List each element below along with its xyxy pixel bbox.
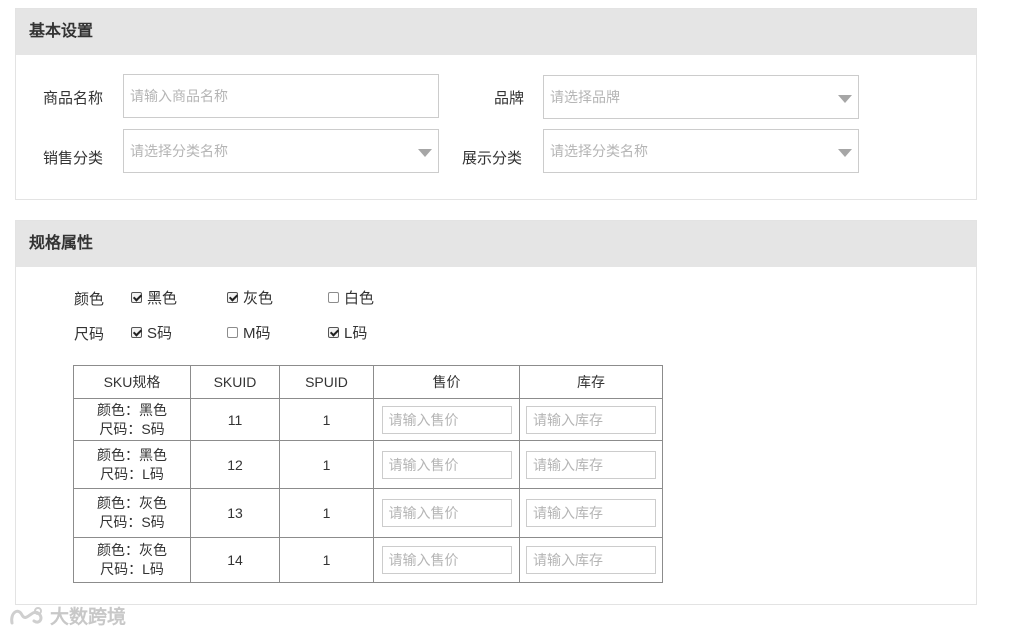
color-label: 颜色 bbox=[74, 291, 105, 308]
checkbox-unchecked-icon[interactable] bbox=[227, 326, 238, 338]
checkbox-checked-icon[interactable] bbox=[328, 326, 339, 338]
spuid-cell: 1 bbox=[279, 488, 374, 538]
price-cell bbox=[373, 488, 520, 538]
color-option-label: 白色 bbox=[344, 289, 375, 307]
spec-attributes-title: 规格属性 bbox=[16, 221, 976, 267]
color-options-row: 颜色 黑色 灰色 白色 bbox=[16, 286, 976, 309]
stock-cell bbox=[519, 440, 663, 489]
brand-select[interactable]: 请选择品牌 bbox=[543, 75, 859, 119]
price-input[interactable] bbox=[381, 405, 512, 434]
skuid-cell: 14 bbox=[190, 537, 280, 583]
chevron-down-icon bbox=[418, 149, 432, 157]
chevron-down-icon bbox=[838, 95, 852, 103]
stock-input[interactable] bbox=[526, 405, 656, 434]
sku-size-text: 尺码：S码 bbox=[99, 514, 165, 530]
size-option-label: M码 bbox=[243, 324, 271, 342]
display-category-select[interactable]: 请选择分类名称 bbox=[543, 129, 859, 173]
header-skuid: SKUID bbox=[190, 365, 280, 399]
color-option-white[interactable]: 白色 bbox=[328, 286, 374, 308]
brand-label: 品牌 bbox=[494, 90, 525, 107]
size-option-label: S码 bbox=[147, 324, 173, 342]
sales-category-select[interactable]: 请选择分类名称 bbox=[123, 129, 439, 173]
product-name-input[interactable] bbox=[124, 75, 438, 117]
header-price: 售价 bbox=[373, 365, 520, 399]
header-sku-spec: SKU规格 bbox=[73, 365, 191, 399]
price-input[interactable] bbox=[381, 499, 512, 527]
size-option-label: L码 bbox=[344, 324, 368, 342]
sku-table: SKU规格 SKUID SPUID 售价 库存 颜色：黑色 尺码：S码 11 1 … bbox=[73, 365, 663, 583]
basic-settings-panel: 基本设置 商品名称 品牌 请选择品牌 销售分类 请选择分类名称 展示分类 请选择… bbox=[15, 8, 977, 200]
display-category-label: 展示分类 bbox=[462, 150, 523, 167]
price-input[interactable] bbox=[381, 546, 512, 574]
size-options-row: 尺码 S码 M码 L码 bbox=[16, 321, 976, 344]
spuid-cell: 1 bbox=[279, 440, 374, 489]
sku-color-text: 颜色：灰色 bbox=[97, 495, 167, 511]
sku-size-text: 尺码：L码 bbox=[100, 465, 164, 482]
checkbox-checked-icon[interactable] bbox=[227, 291, 238, 303]
sku-color-text: 颜色：黑色 bbox=[97, 446, 167, 463]
table-row: 颜色：黑色尺码：S码 11 1 bbox=[73, 398, 663, 441]
sku-size-text: 尺码：S码 bbox=[99, 420, 165, 437]
skuid-cell: 12 bbox=[190, 440, 280, 489]
table-row: 颜色：灰色尺码：S码 13 1 bbox=[73, 488, 663, 538]
checkbox-checked-icon[interactable] bbox=[131, 291, 142, 303]
table-header-row: SKU规格 SKUID SPUID 售价 库存 bbox=[73, 365, 663, 399]
spuid-cell: 1 bbox=[279, 537, 374, 583]
chevron-down-icon bbox=[838, 149, 852, 157]
stock-cell bbox=[519, 537, 663, 583]
spec-attributes-panel: 规格属性 颜色 黑色 灰色 白色 尺码 S码 M码 L码 SKU规格 SKUID… bbox=[15, 220, 977, 605]
color-option-gray[interactable]: 灰色 bbox=[227, 286, 273, 308]
product-name-label: 商品名称 bbox=[43, 90, 104, 107]
checkbox-unchecked-icon[interactable] bbox=[328, 291, 339, 303]
product-name-field[interactable] bbox=[123, 74, 439, 118]
basic-settings-title: 基本设置 bbox=[16, 9, 976, 55]
watermark: 大数跨境 bbox=[8, 602, 126, 629]
size-option-l[interactable]: L码 bbox=[328, 321, 367, 343]
stock-input[interactable] bbox=[526, 499, 656, 527]
stock-cell bbox=[519, 488, 663, 538]
stock-cell bbox=[519, 398, 663, 441]
display-category-placeholder: 请选择分类名称 bbox=[550, 143, 648, 159]
header-spuid: SPUID bbox=[279, 365, 374, 399]
size-label: 尺码 bbox=[74, 326, 105, 343]
table-row: 颜色：灰色尺码：L码 14 1 bbox=[73, 537, 663, 583]
checkbox-checked-icon[interactable] bbox=[131, 326, 142, 338]
header-stock: 库存 bbox=[519, 365, 663, 399]
size-option-m[interactable]: M码 bbox=[227, 321, 271, 343]
spuid-cell: 1 bbox=[279, 398, 374, 441]
sku-size-text: 尺码：L码 bbox=[100, 561, 164, 577]
sku-spec-cell: 颜色：黑色尺码：L码 bbox=[73, 440, 191, 489]
watermark-text: 大数跨境 bbox=[50, 607, 127, 628]
color-option-label: 黑色 bbox=[147, 289, 178, 307]
skuid-cell: 11 bbox=[190, 398, 280, 441]
sku-spec-cell: 颜色：灰色尺码：S码 bbox=[73, 488, 191, 538]
sales-category-placeholder: 请选择分类名称 bbox=[130, 143, 228, 159]
size-option-s[interactable]: S码 bbox=[131, 321, 172, 343]
sku-spec-cell: 颜色：黑色尺码：S码 bbox=[73, 398, 191, 441]
price-cell bbox=[373, 537, 520, 583]
color-option-black[interactable]: 黑色 bbox=[131, 286, 177, 308]
stock-input[interactable] bbox=[526, 546, 656, 574]
brand-select-placeholder: 请选择品牌 bbox=[550, 89, 620, 105]
color-option-label: 灰色 bbox=[243, 289, 274, 307]
table-row: 颜色：黑色尺码：L码 12 1 bbox=[73, 440, 663, 489]
infinity-logo-icon bbox=[10, 606, 43, 624]
sales-category-label: 销售分类 bbox=[43, 150, 104, 167]
stock-input[interactable] bbox=[526, 450, 656, 479]
sku-color-text: 颜色：黑色 bbox=[97, 401, 167, 418]
sku-spec-cell: 颜色：灰色尺码：L码 bbox=[73, 537, 191, 583]
price-input[interactable] bbox=[381, 450, 512, 479]
price-cell bbox=[373, 440, 520, 489]
price-cell bbox=[373, 398, 520, 441]
sku-color-text: 颜色：灰色 bbox=[97, 542, 167, 558]
skuid-cell: 13 bbox=[190, 488, 280, 538]
